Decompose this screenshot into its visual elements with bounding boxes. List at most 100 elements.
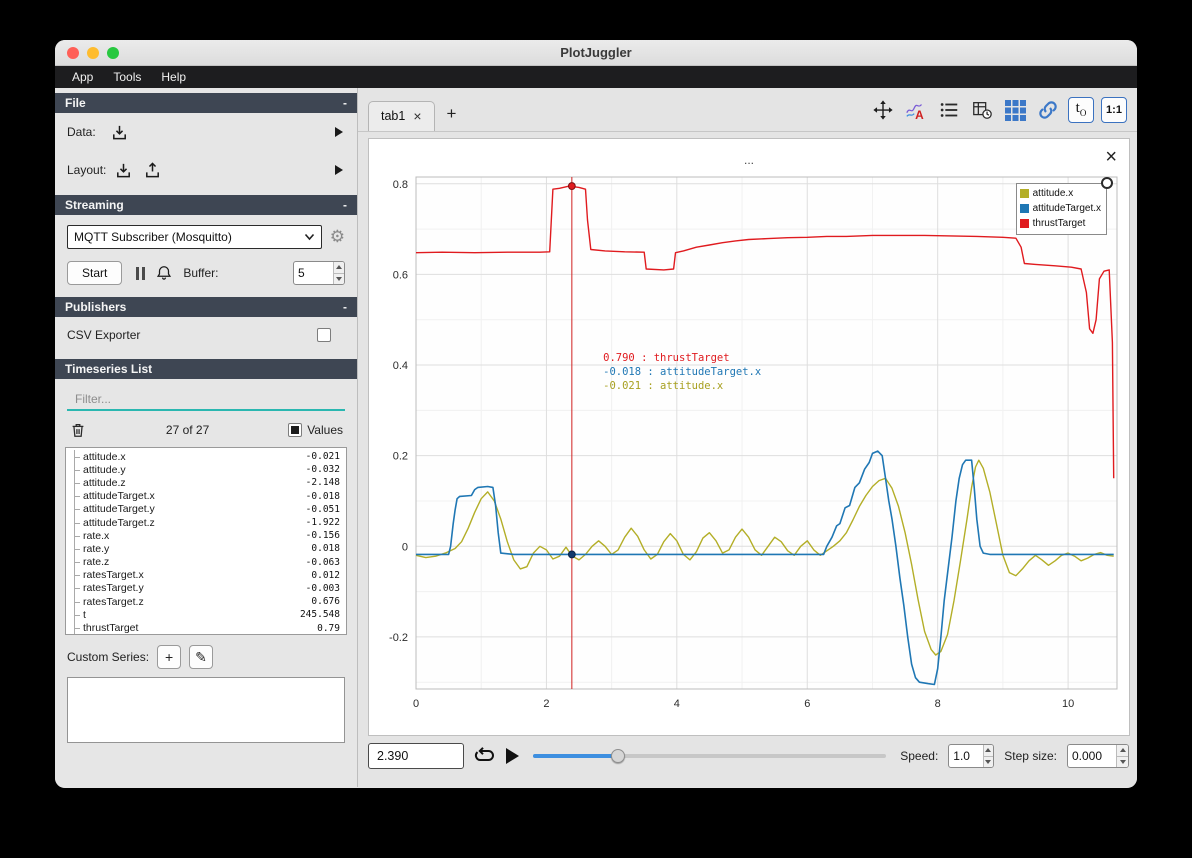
series-name[interactable]: rate.y xyxy=(83,543,311,555)
legend-entry[interactable]: attitudeTarget.x xyxy=(1019,201,1101,216)
minimize-window-button[interactable] xyxy=(87,47,99,59)
series-name[interactable]: attitude.y xyxy=(83,464,306,476)
list-icon[interactable] xyxy=(936,97,962,123)
plot-card[interactable]: 0.8 0.6 0.4 0.2 0 -0.2 0 2 4 6 8 10 0.790 : thrustT… xyxy=(368,138,1130,736)
series-value: 0.676 xyxy=(311,596,340,608)
save-layout-icon[interactable] xyxy=(143,161,162,180)
list-item[interactable]: rate.y 0.018 xyxy=(70,542,346,556)
plot-close-icon[interactable]: × xyxy=(1105,147,1117,167)
streaming-section-header[interactable]: Streaming - xyxy=(55,195,357,215)
legend-label: thrustTarget xyxy=(1032,218,1086,229)
plot-legend[interactable]: attitude.x attitudeTarget.x thrustTarget xyxy=(1015,177,1113,235)
loop-icon[interactable] xyxy=(474,745,496,767)
speed-spin-up-icon[interactable] xyxy=(983,745,994,756)
legend-handle-icon[interactable] xyxy=(1101,177,1113,189)
notifications-bell-icon[interactable] xyxy=(155,264,173,282)
series-value: -0.032 xyxy=(305,464,340,476)
list-item[interactable]: ratesTarget.x 0.012 xyxy=(70,568,346,583)
streaming-collapse-indicator[interactable]: - xyxy=(343,198,347,212)
tab-close-icon[interactable]: × xyxy=(413,108,421,124)
publishers-collapse-indicator[interactable]: - xyxy=(343,300,347,314)
speed-spinbox[interactable] xyxy=(948,744,995,768)
step-spin-down-icon[interactable] xyxy=(1117,755,1128,767)
timeseries-list[interactable]: attitude.x -0.021 attitude.y -0.032 attitude… xyxy=(65,447,347,635)
values-checkbox[interactable] xyxy=(288,423,303,437)
legend-entry[interactable]: thrustTarget xyxy=(1019,216,1101,231)
list-item[interactable]: attitudeTarget.z -1.922 xyxy=(70,515,346,530)
list-item[interactable]: attitudeTarget.y -0.051 xyxy=(70,502,346,517)
file-section-header[interactable]: File - xyxy=(55,93,357,113)
legend-entry[interactable]: attitude.x xyxy=(1019,186,1101,201)
list-item[interactable]: attitudeTarget.x -0.018 xyxy=(70,489,346,503)
load-data-icon[interactable] xyxy=(110,123,129,142)
tree-branch-icon xyxy=(70,476,83,490)
streaming-source-select[interactable]: MQTT Subscriber (Mosquitto) xyxy=(67,225,322,249)
add-tab-button[interactable]: + xyxy=(441,104,463,124)
tracker-time-box[interactable] xyxy=(368,743,464,769)
list-item[interactable]: ratesTarget.y -0.003 xyxy=(70,581,346,596)
layout-expand-arrow-icon[interactable] xyxy=(335,165,343,175)
step-size-value-input[interactable] xyxy=(1068,745,1117,767)
zoom-one-to-one-icon[interactable]: 1:1 xyxy=(1101,96,1127,123)
series-name[interactable]: ratesTarget.z xyxy=(83,596,311,608)
add-custom-series-button[interactable]: + xyxy=(157,645,182,669)
file-collapse-indicator[interactable]: - xyxy=(343,96,347,110)
data-expand-arrow-icon[interactable] xyxy=(335,127,343,137)
series-name[interactable]: rate.x xyxy=(83,530,306,542)
series-name[interactable]: thrustTarget xyxy=(83,622,317,634)
list-item[interactable]: attitude.z -2.148 xyxy=(70,476,346,490)
series-name[interactable]: attitudeTarget.x xyxy=(83,490,306,502)
list-item[interactable]: ratesTarget.z 0.676 xyxy=(70,595,346,609)
grid-layout-icon[interactable] xyxy=(1002,97,1028,123)
pan-arrows-icon[interactable] xyxy=(870,97,896,123)
series-name[interactable]: attitude.x xyxy=(83,451,306,463)
pause-icon[interactable] xyxy=(136,266,146,280)
buffer-spin-up-icon[interactable] xyxy=(333,262,344,273)
window-title: PlotJuggler xyxy=(560,45,632,60)
series-name[interactable]: t xyxy=(83,609,300,621)
filter-input[interactable] xyxy=(67,389,345,411)
menu-help[interactable]: Help xyxy=(152,66,195,88)
series-name[interactable]: rate.z xyxy=(83,556,306,568)
close-window-button[interactable] xyxy=(67,47,79,59)
zoom-window-button[interactable] xyxy=(107,47,119,59)
list-item[interactable]: attitude.y -0.032 xyxy=(70,463,346,477)
list-item[interactable]: rate.x -0.156 xyxy=(70,529,346,543)
streaming-settings-gear-icon[interactable]: ⚙ xyxy=(330,227,345,247)
timeseries-section-header[interactable]: Timeseries List xyxy=(55,359,357,379)
values-toggle[interactable]: Values xyxy=(288,423,343,437)
trash-icon[interactable] xyxy=(69,421,87,439)
load-layout-icon[interactable] xyxy=(114,161,133,180)
timeline-slider[interactable] xyxy=(533,749,887,763)
play-button[interactable] xyxy=(506,748,519,764)
step-size-spinbox[interactable] xyxy=(1067,744,1129,768)
font-size-icon[interactable]: A xyxy=(903,97,929,123)
buffer-clock-icon[interactable] xyxy=(969,97,995,123)
tracker-time-input[interactable] xyxy=(369,744,463,768)
list-item[interactable]: attitude.x -0.021 xyxy=(70,450,346,464)
time-offset-t0-icon[interactable]: tO xyxy=(1068,96,1094,123)
menu-app[interactable]: App xyxy=(63,66,102,88)
slider-handle[interactable] xyxy=(610,749,625,763)
buffer-value-input[interactable] xyxy=(294,262,333,284)
csv-exporter-checkbox[interactable] xyxy=(317,328,331,342)
series-name[interactable]: attitudeTarget.y xyxy=(83,503,306,515)
tab-tab1[interactable]: tab1 × xyxy=(368,100,435,131)
speed-value-input[interactable] xyxy=(949,745,983,767)
publishers-section-header[interactable]: Publishers - xyxy=(55,297,357,317)
list-item[interactable]: rate.z -0.063 xyxy=(70,555,346,569)
buffer-spinbox[interactable] xyxy=(293,261,345,285)
list-item[interactable]: thrustTarget 0.79 xyxy=(70,621,346,634)
link-axes-icon[interactable] xyxy=(1035,97,1061,123)
edit-custom-series-button[interactable]: ✎ xyxy=(189,645,214,669)
series-name[interactable]: attitudeTarget.z xyxy=(83,517,306,529)
list-item[interactable]: t 245.548 xyxy=(70,608,346,622)
step-spin-up-icon[interactable] xyxy=(1117,745,1128,756)
speed-spin-down-icon[interactable] xyxy=(983,755,994,767)
start-button[interactable]: Start xyxy=(67,261,123,285)
series-name[interactable]: ratesTarget.x xyxy=(83,569,311,581)
series-name[interactable]: attitude.z xyxy=(83,477,306,489)
series-name[interactable]: ratesTarget.y xyxy=(83,582,306,594)
menu-tools[interactable]: Tools xyxy=(104,66,150,88)
buffer-spin-down-icon[interactable] xyxy=(333,272,344,284)
